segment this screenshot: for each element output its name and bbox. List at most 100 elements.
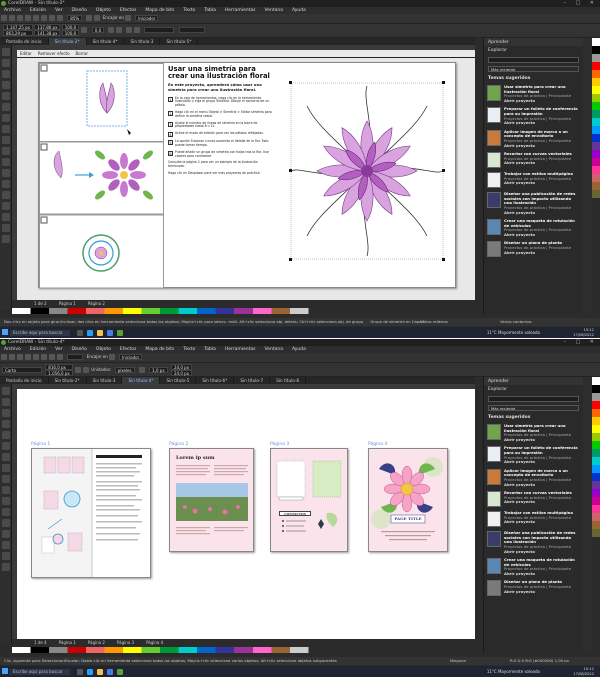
filter-select[interactable]: Más reciente (488, 405, 579, 411)
angle-field[interactable]: 0,0 (91, 27, 105, 33)
taskbar-search[interactable]: Escribe aquí para buscar (10, 669, 70, 675)
smart-fill-icon[interactable] (2, 563, 10, 571)
menu-tabla[interactable]: Tabla (204, 8, 216, 13)
text-tool-icon[interactable] (2, 147, 10, 155)
import-icon[interactable] (49, 354, 55, 360)
corel-taskbar-icon[interactable] (117, 330, 124, 336)
open-project-link[interactable]: Abrir proyecto (504, 520, 573, 525)
print-icon[interactable] (25, 354, 31, 360)
explorer-icon[interactable] (97, 669, 104, 675)
topic-item[interactable]: Crear una maqueta de rotulación de vehíc… (484, 217, 583, 239)
freehand-tool-icon[interactable] (2, 92, 10, 100)
menu-mapa-bits[interactable]: Mapa de bits (145, 347, 174, 352)
menu-ver[interactable]: Ver (55, 8, 62, 13)
tab-sin-titulo-3[interactable]: Sin título-3 (87, 377, 123, 384)
open-project-link[interactable]: Abrir proyecto (504, 181, 573, 186)
duplicate-y[interactable]: 24,0 px (170, 370, 193, 376)
open-project-link[interactable]: Abrir proyecto (504, 250, 571, 256)
menu-objeto[interactable]: Objeto (96, 8, 111, 13)
zoom-select[interactable]: 85% (67, 15, 83, 21)
open-project-link[interactable]: Abrir proyecto (504, 232, 580, 238)
rectangle-tool-icon[interactable] (2, 453, 10, 461)
new-icon[interactable] (1, 354, 7, 360)
connector-tool-icon[interactable] (2, 508, 10, 516)
page-tab-1[interactable]: Página 1 (59, 640, 76, 645)
polygon-tool-icon[interactable] (2, 136, 10, 144)
menu-efectos[interactable]: Efectos (120, 347, 137, 352)
topic-item[interactable]: Aplicar imagen de marco a un concepto de… (484, 467, 583, 489)
store-icon[interactable] (107, 669, 114, 675)
mirror-v-icon[interactable] (116, 27, 123, 33)
position-y[interactable]: 863,29 px (3, 30, 33, 36)
artistic-media-icon[interactable] (2, 103, 10, 111)
new-icon[interactable] (1, 15, 7, 21)
portrait-icon[interactable] (75, 367, 82, 373)
topic-item[interactable]: Usar simetría para crear una ilustración… (484, 83, 583, 105)
duplicate-x[interactable]: 24,0 px (170, 364, 193, 370)
topic-item[interactable]: Recortar con curvas vectoriales Proyectos… (484, 150, 583, 170)
polygon-tool-icon[interactable] (2, 475, 10, 483)
topic-item[interactable]: Recortar con curvas vectoriales Proyectos… (484, 489, 583, 509)
open-project-link[interactable]: Abrir proyecto (504, 460, 580, 465)
tab-inicio[interactable]: Pantalla de inicio (0, 38, 49, 45)
menu-archivo[interactable]: Archivo (4, 8, 21, 13)
menu-mapa-bits[interactable]: Mapa de bits (145, 8, 174, 13)
print-icon[interactable] (25, 15, 31, 21)
edge-icon[interactable] (87, 330, 94, 336)
fullscreen-icon[interactable] (86, 15, 93, 21)
crop-tool-icon[interactable] (2, 409, 10, 417)
taskbar-search[interactable]: Escribe aquí para buscar (10, 330, 70, 336)
transparency-icon[interactable] (2, 530, 10, 538)
drop-shadow-icon[interactable] (2, 519, 10, 527)
menu-herramientas[interactable]: Herramientas (225, 8, 256, 13)
page-height[interactable]: 1.056,0 px (45, 370, 73, 376)
page-tab-2[interactable]: Página 2 (88, 640, 105, 645)
crop-tool-icon[interactable] (2, 70, 10, 78)
menu-texto[interactable]: Texto (183, 8, 195, 13)
line-style-select[interactable] (179, 27, 206, 33)
windows-start-icon[interactable] (2, 668, 8, 674)
interactive-fill-icon[interactable] (2, 213, 10, 221)
docker-tab-strip[interactable] (583, 377, 591, 653)
open-project-link[interactable]: Abrir proyecto (504, 482, 580, 488)
topic-item[interactable]: Crear una maqueta de rotulación de vehíc… (484, 556, 583, 578)
open-project-link[interactable]: Abrir proyecto (504, 161, 572, 166)
tab-sin-titulo-5[interactable]: Sin título-5 (160, 377, 197, 384)
height-field[interactable]: 141,38 px (34, 30, 61, 36)
outline-select[interactable] (143, 27, 174, 33)
import-icon[interactable] (49, 15, 55, 21)
docker-tab-strip[interactable] (583, 38, 591, 314)
tab-sin-titulo-7[interactable]: Sin título-7 (234, 377, 271, 384)
panel-search-input[interactable] (488, 57, 579, 63)
page-count[interactable]: 1 de 4 (34, 640, 47, 645)
open-icon[interactable] (9, 354, 15, 360)
undo-icon[interactable] (33, 15, 39, 21)
shape-tool-icon[interactable] (2, 59, 10, 67)
options-icon[interactable] (108, 354, 115, 360)
nudge-field[interactable]: 1,0 px (149, 367, 168, 373)
menu-edicion[interactable]: Edición (30, 8, 46, 13)
width-field[interactable]: 137,86 px (34, 24, 61, 30)
topic-item[interactable]: Aplicar imagen de marco a un concepto de… (484, 128, 583, 150)
task-view-icon[interactable] (77, 330, 84, 336)
position-x[interactable]: 1.147,25 px (3, 24, 33, 30)
task-view-icon[interactable] (77, 669, 84, 675)
export-icon[interactable] (57, 15, 63, 21)
connector-tool-icon[interactable] (2, 169, 10, 177)
menu-tabla[interactable]: Tabla (204, 347, 216, 352)
store-icon[interactable] (107, 330, 114, 336)
topic-item[interactable]: Preparar un folleto de conferencia para … (484, 105, 583, 127)
launcher-button[interactable]: Iniciador (119, 354, 143, 360)
parallel-dimension-icon[interactable] (2, 497, 10, 505)
lock-ratio-icon[interactable] (81, 27, 88, 33)
tab-sin-titulo-8[interactable]: Sin título-8 (270, 377, 307, 384)
redo-icon[interactable] (41, 354, 47, 360)
color-palette[interactable] (592, 377, 600, 537)
zoom-select[interactable] (67, 354, 84, 360)
page-1-thumbnail[interactable] (31, 448, 151, 578)
snap-label[interactable]: Encajar en (103, 15, 124, 20)
tab-sin-titulo-2[interactable]: Sin título-2* (49, 377, 87, 384)
tab-sin-titulo-4[interactable]: Sin título-4* (122, 377, 161, 384)
tab-sin-titulo-4[interactable]: Sin título-4* (87, 38, 125, 45)
topic-item[interactable]: Diseñar un plano de planta Proyectos de p… (484, 578, 583, 598)
